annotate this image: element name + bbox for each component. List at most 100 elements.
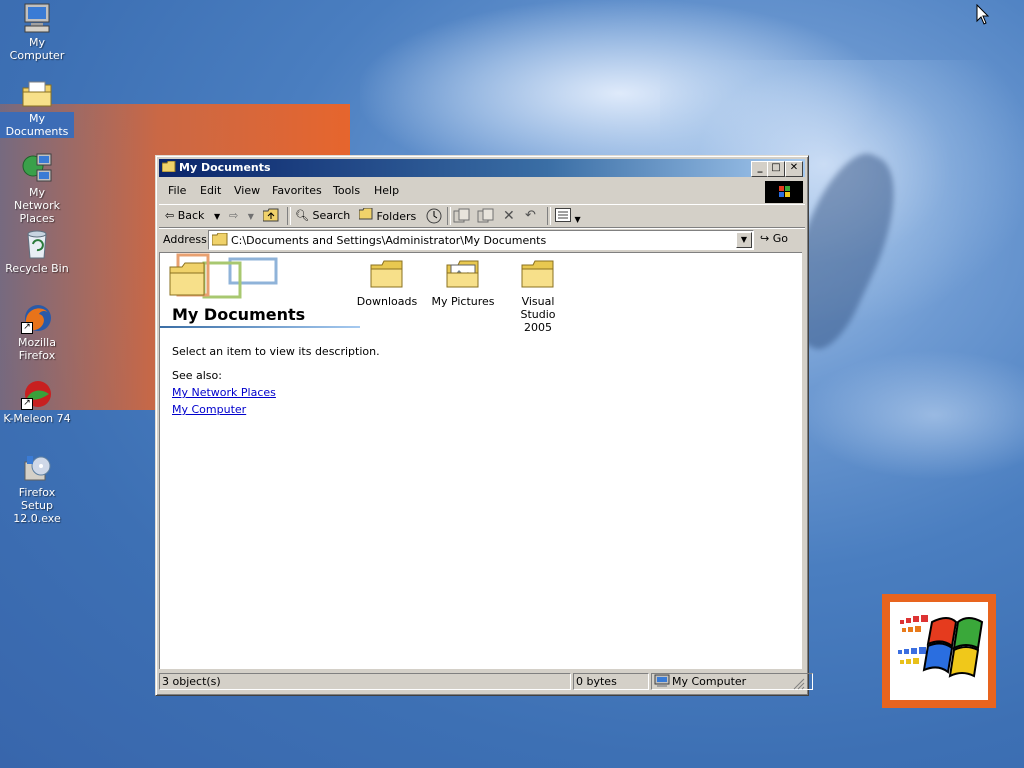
maximize-icon: □ bbox=[771, 162, 781, 173]
heading-divider bbox=[160, 326, 360, 328]
resize-grip[interactable] bbox=[793, 678, 805, 690]
folder-view[interactable]: My Documents Select an item to view its … bbox=[159, 252, 802, 669]
folder-label: Visual Studio 2005 bbox=[520, 295, 556, 334]
folder-icon bbox=[212, 233, 228, 246]
views-icon bbox=[555, 208, 571, 222]
status-size: 0 bytes bbox=[573, 673, 649, 690]
menu-file[interactable]: File bbox=[168, 184, 186, 197]
window-title: My Documents bbox=[179, 161, 271, 174]
folder-item-my-pictures[interactable]: My Pictures bbox=[426, 259, 500, 308]
link-my-network-places[interactable]: My Network Places bbox=[172, 386, 276, 399]
desktop-icon-k-meleon[interactable]: ↗ K-Meleon 74 bbox=[0, 378, 74, 425]
delete-icon: ✕ bbox=[503, 208, 515, 224]
windows-flag-icon bbox=[765, 181, 803, 203]
move-to-button[interactable] bbox=[453, 208, 471, 224]
wallpaper-cloud bbox=[800, 350, 1024, 480]
folder-label: Downloads bbox=[356, 295, 418, 308]
status-bar: 3 object(s) 0 bytes My Computer bbox=[159, 672, 813, 690]
address-bar: Address C:\Documents and Settings\Admini… bbox=[159, 228, 805, 251]
chevron-down-icon: ▼ bbox=[740, 235, 748, 244]
go-label: Go bbox=[772, 232, 788, 245]
title-bar[interactable]: My Documents _ □ ✕ bbox=[159, 159, 805, 177]
desktop-icon-label: My Documents bbox=[0, 112, 74, 138]
network-places-icon bbox=[21, 152, 53, 184]
back-label: Back bbox=[177, 209, 205, 222]
toolbar-separator bbox=[287, 207, 291, 225]
shortcut-arrow-icon: ↗ bbox=[21, 322, 33, 334]
address-value: C:\Documents and Settings\Administrator\… bbox=[231, 234, 547, 247]
k-meleon-icon: ↗ bbox=[21, 378, 53, 410]
folder-icon bbox=[370, 259, 404, 289]
menu-help[interactable]: Help bbox=[374, 184, 399, 197]
search-icon: 🔍︎ bbox=[295, 209, 309, 222]
recycle-bin-icon bbox=[21, 228, 53, 260]
search-button[interactable]: 🔍︎ Search bbox=[295, 208, 350, 224]
firefox-icon: ↗ bbox=[21, 302, 53, 334]
menu-favorites[interactable]: Favorites bbox=[272, 184, 322, 197]
desktop-icon-my-documents[interactable]: My Documents bbox=[0, 78, 74, 138]
status-zone-label: My Computer bbox=[672, 675, 747, 688]
address-dropdown-button[interactable]: ▼ bbox=[736, 232, 752, 248]
side-panel-heading: My Documents bbox=[172, 305, 306, 324]
delete-button[interactable]: ✕ bbox=[503, 208, 515, 224]
status-zone: My Computer bbox=[651, 673, 813, 690]
up-folder-button[interactable] bbox=[262, 208, 279, 224]
see-also-label: See also: bbox=[172, 369, 222, 382]
desktop-icon-my-computer[interactable]: My Computer bbox=[0, 2, 74, 62]
link-my-computer[interactable]: My Computer bbox=[172, 403, 246, 416]
folder-icon bbox=[521, 259, 555, 289]
forward-button[interactable]: ⇨ ▼ bbox=[229, 208, 254, 224]
desktop-icon-label: Firefox Setup 12.0.exe bbox=[13, 486, 61, 525]
installer-icon bbox=[21, 452, 53, 484]
back-arrow-icon: ⇦ bbox=[165, 209, 175, 222]
toolbar-separator bbox=[547, 207, 551, 225]
menu-view[interactable]: View bbox=[234, 184, 260, 197]
address-input[interactable]: C:\Documents and Settings\Administrator\… bbox=[208, 230, 754, 250]
folders-button[interactable]: Folders bbox=[358, 207, 417, 224]
desktop-icon-label: My Network Places bbox=[14, 186, 60, 225]
folders-icon bbox=[358, 207, 373, 220]
chevron-down-icon: ▼ bbox=[574, 215, 581, 224]
go-arrow-icon: ↪ bbox=[760, 232, 770, 245]
chevron-down-icon: ▼ bbox=[247, 212, 254, 221]
windows-2000-logo bbox=[882, 594, 996, 708]
desktop-icon-label: Recycle Bin bbox=[5, 262, 69, 275]
menu-bar: File Edit View Favorites Tools Help bbox=[159, 180, 805, 203]
folders-label: Folders bbox=[376, 210, 417, 223]
shortcut-arrow-icon: ↗ bbox=[21, 398, 33, 410]
copy-to-button[interactable] bbox=[477, 208, 495, 224]
maximize-button[interactable]: □ bbox=[767, 161, 785, 177]
status-object-count: 3 object(s) bbox=[159, 673, 571, 690]
history-button[interactable] bbox=[426, 208, 442, 224]
back-button[interactable]: ⇦ Back ▼ bbox=[165, 208, 220, 224]
desktop-icon-label: Mozilla Firefox bbox=[18, 336, 56, 362]
chevron-down-icon: ▼ bbox=[213, 212, 221, 221]
documents-folder-icon bbox=[21, 78, 53, 110]
menu-edit[interactable]: Edit bbox=[200, 184, 221, 197]
history-icon bbox=[426, 208, 442, 224]
views-button[interactable]: ▼ bbox=[555, 208, 581, 224]
desktop-icon-label: K-Meleon 74 bbox=[3, 412, 71, 425]
mouse-cursor bbox=[976, 3, 990, 29]
undo-button[interactable]: ↶ bbox=[525, 208, 536, 224]
close-button[interactable]: ✕ bbox=[785, 161, 803, 177]
computer-icon bbox=[21, 2, 53, 34]
go-button[interactable]: ↪ Go bbox=[760, 232, 788, 245]
menu-tools[interactable]: Tools bbox=[333, 184, 360, 197]
desktop-icon-mozilla-firefox[interactable]: ↗ Mozilla Firefox bbox=[0, 302, 74, 362]
folder-item-visual-studio-2005[interactable]: Visual Studio 2005 bbox=[501, 259, 575, 334]
toolbar-separator bbox=[447, 207, 451, 225]
desktop-icon-label: My Computer bbox=[9, 36, 65, 62]
folder-item-downloads[interactable]: Downloads bbox=[350, 259, 424, 308]
undo-icon: ↶ bbox=[525, 208, 536, 223]
address-label: Address bbox=[163, 233, 207, 246]
desktop-icon-firefox-setup[interactable]: Firefox Setup 12.0.exe bbox=[0, 452, 74, 525]
folder-icon bbox=[161, 160, 176, 173]
explorer-window[interactable]: My Documents _ □ ✕ File Edit View Favori… bbox=[155, 155, 813, 696]
minimize-icon: _ bbox=[757, 162, 763, 173]
desktop-icon-recycle-bin[interactable]: Recycle Bin bbox=[0, 228, 74, 275]
computer-icon bbox=[654, 674, 670, 687]
desktop-icon-my-network-places[interactable]: My Network Places bbox=[0, 152, 74, 225]
move-to-icon bbox=[453, 208, 470, 223]
up-folder-icon bbox=[262, 208, 279, 222]
